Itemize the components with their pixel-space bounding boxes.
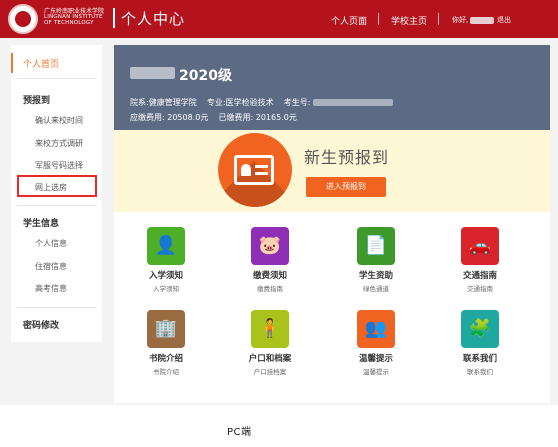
tile-title: 户口和档案 — [248, 354, 292, 364]
nav-personal-page[interactable]: 个人页面 — [331, 14, 367, 27]
profile-info-line: 院系:健康管理学院 专业:医学检验技术 考生号: — [130, 97, 393, 108]
main-panel: 2020级 院系:健康管理学院 专业:医学检验技术 考生号: 应缴费用: 205… — [114, 45, 550, 403]
sidebar-item-uniform-size[interactable]: 军服号码选择 — [35, 160, 83, 171]
puzzle-icon: 🧩 — [461, 310, 499, 348]
tile-subtitle: 交通指南 — [467, 285, 493, 293]
tile-6[interactable]: 👥 温馨提示 温馨提示 — [336, 310, 416, 386]
tile-subtitle: 绿色通道 — [363, 285, 389, 293]
promo-title: 新生预报到 — [304, 148, 390, 167]
greeting-text: 你好, — [452, 15, 495, 25]
tile-subtitle: 缴费指南 — [257, 285, 283, 293]
sidebar-item-home[interactable]: 个人首页 — [11, 53, 102, 73]
tile-subtitle: 书院介绍 — [153, 368, 179, 376]
tile-5[interactable]: 🧍 户口和档案户口挂档案 — [230, 310, 310, 386]
tile-subtitle: 联系我们 — [467, 368, 493, 376]
profile-banner: 2020级 院系:健康管理学院 专业:医学检验技术 考生号: 应缴费用: 205… — [114, 45, 550, 130]
caption: PC端 — [227, 427, 252, 438]
tile-title: 入学须知 — [148, 271, 183, 281]
id-card-icon — [218, 133, 292, 207]
tile-subtitle: 户口挂档案 — [253, 368, 287, 376]
tile-subtitle: 入学须知 — [153, 285, 179, 293]
sidebar-item-confirm-time[interactable]: 确认来校时间 — [35, 115, 83, 126]
sidebar-section-prereg: 预报到 — [23, 96, 51, 106]
tile-title: 学生资助 — [358, 271, 393, 281]
sidebar-item-dorm-info[interactable]: 住宿信息 — [35, 261, 67, 272]
grade-year: 2020级 — [179, 68, 232, 84]
page-title: 个人中心 — [121, 10, 186, 28]
person-icon: 👤 — [147, 227, 185, 265]
sidebar-item-exam-info[interactable]: 高考信息 — [35, 283, 67, 294]
document-icon: 📄 — [357, 227, 395, 265]
tile-title: 交通指南 — [462, 271, 497, 281]
logout-link[interactable]: 退出 — [497, 15, 511, 25]
tile-7[interactable]: 🧩 联系我们 联系我们 — [440, 310, 520, 386]
sidebar-item-personal-info[interactable]: 个人信息 — [35, 238, 67, 249]
sidebar-item-travel-survey[interactable]: 来校方式调研 — [35, 138, 83, 149]
prereg-promo: 新生预报到 进入预报到 — [114, 130, 550, 212]
nav-school-home[interactable]: 学校主页 — [391, 14, 427, 27]
tile-0[interactable]: 👤 入学须知 入学须知 — [126, 227, 206, 303]
car-icon: 🚗 — [461, 227, 499, 265]
sidebar-section-student-info: 学生信息 — [23, 219, 60, 229]
piggy-bank-icon: 🐷 — [251, 227, 289, 265]
highlight-annotation — [17, 175, 97, 197]
tile-3[interactable]: 🚗 交通指南 交通指南 — [440, 227, 520, 303]
person-standing-icon: 🧍 — [251, 310, 289, 348]
student-name-redacted — [130, 67, 175, 79]
title-divider — [113, 8, 115, 28]
enter-prereg-button[interactable]: 进入预报到 — [306, 177, 386, 197]
building-icon: 🏢 — [147, 310, 185, 348]
fee-info-line: 应缴费用: 20508.0元 已缴费用: 20165.0元 — [130, 113, 297, 122]
sidebar-item-password[interactable]: 密码修改 — [23, 318, 59, 331]
tile-title: 联系我们 — [462, 354, 497, 364]
school-name-en: LINGNAN INSTITUTE OF TECHNOLOGY — [44, 14, 103, 26]
tile-title: 温馨提示 — [358, 354, 393, 364]
tile-2[interactable]: 📄 学生资助绿色通道 — [336, 227, 416, 303]
top-bar: 广东岭南职业技术学院 LINGNAN INSTITUTE OF TECHNOLO… — [0, 0, 558, 38]
school-logo-icon — [8, 4, 38, 34]
tile-title: 缴费须知 — [252, 271, 287, 281]
group-icon: 👥 — [357, 310, 395, 348]
exam-number-redacted — [313, 99, 393, 106]
username-redacted — [470, 16, 495, 24]
tile-4[interactable]: 🏢 书院介绍 书院介绍 — [126, 310, 206, 386]
tile-subtitle: 温馨提示 — [363, 368, 389, 376]
tile-title: 书院介绍 — [148, 354, 183, 364]
tile-1[interactable]: 🐷 缴费须知缴费指南 — [230, 227, 310, 303]
page-frame: 广东岭南职业技术学院 LINGNAN INSTITUTE OF TECHNOLO… — [0, 0, 558, 405]
